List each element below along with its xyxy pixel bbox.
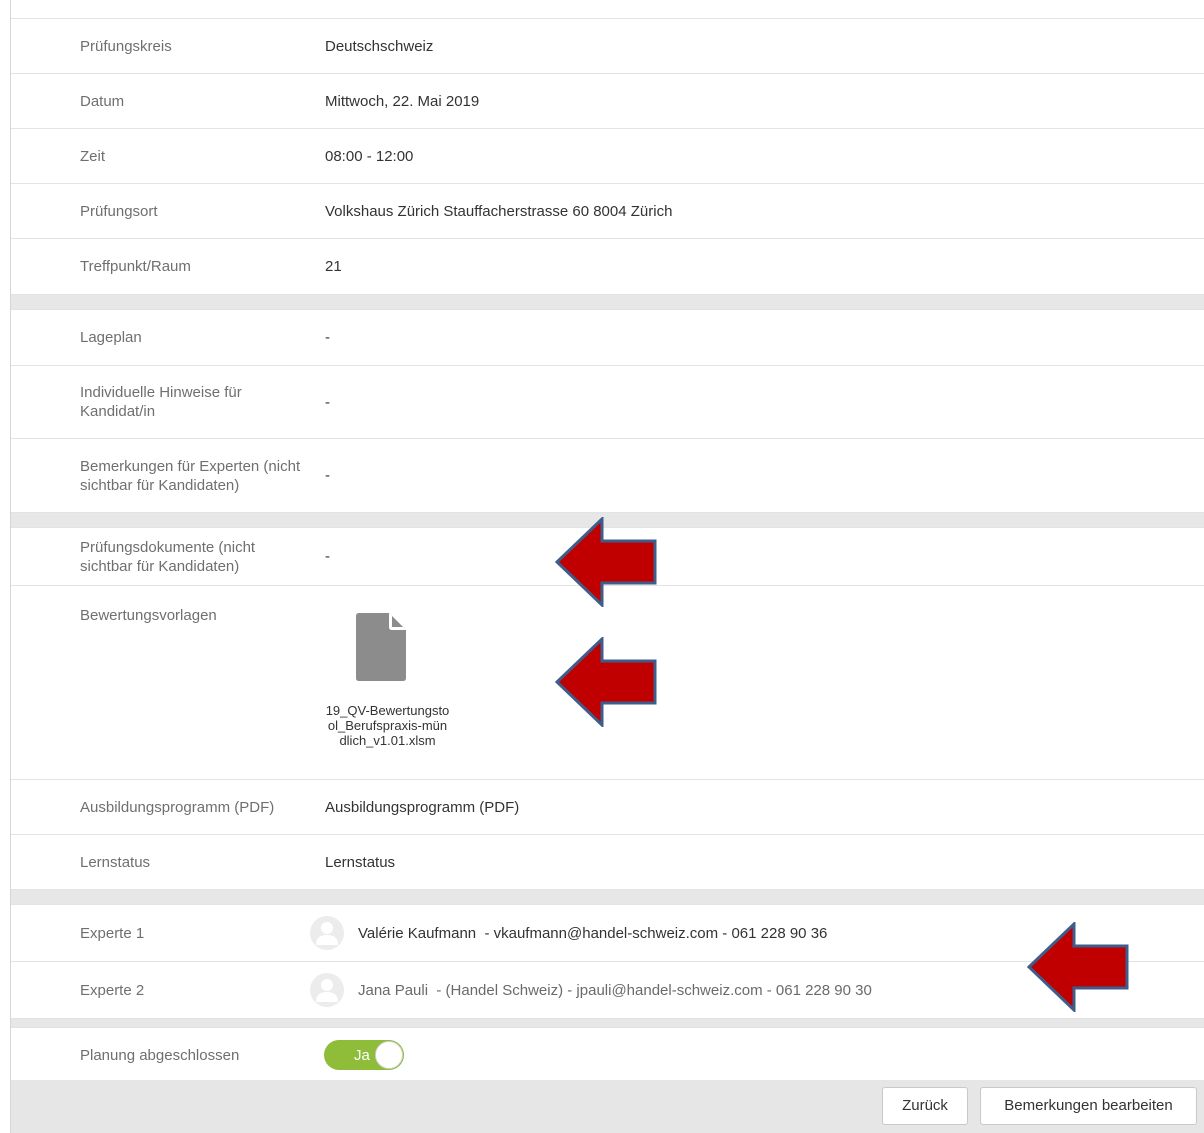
section-separator: [11, 1019, 1204, 1028]
annotation-arrow: [555, 637, 657, 727]
row-label: Experte 1: [80, 924, 145, 942]
row-value: -: [325, 393, 330, 411]
row-datum: Datum Mittwoch, 22. Mai 2019: [11, 74, 1204, 129]
row-value: -: [325, 329, 330, 346]
learning-status-link[interactable]: Lernstatus: [310, 853, 1204, 872]
training-program-link[interactable]: Ausbildungsprogramm (PDF): [310, 798, 1204, 817]
row-label: Bemerkungen für Experten (nicht sichtbar…: [80, 457, 301, 494]
row-value: 08:00 - 12:00: [325, 147, 414, 165]
row-label: Planung abgeschlossen: [80, 1046, 240, 1064]
row-zeit: Zeit 08:00 - 12:00: [11, 129, 1204, 184]
template-file-link[interactable]: 19_QV-Bewertungstool_Berufspraxis-mündli…: [325, 703, 450, 748]
planning-complete-toggle[interactable]: Ja: [324, 1040, 404, 1070]
row-label: Ausbildungsprogramm (PDF): [80, 798, 275, 816]
user-avatar-icon: [310, 916, 344, 950]
row-lageplan: Lageplan -: [11, 310, 1204, 366]
row-label: Lernstatus: [80, 853, 151, 871]
detail-view: Prüfungskreis Deutschschweiz Datum Mittw…: [0, 0, 1204, 1133]
row-value: Mittwoch, 22. Mai 2019: [325, 92, 480, 110]
row-label: Bewertungsvorlagen: [80, 607, 217, 624]
row-label: Lageplan: [80, 329, 142, 346]
planning-value: Ja: [310, 1040, 1204, 1070]
row-value: Volkshaus Zürich Stauffacherstrasse 60 8…: [325, 202, 673, 220]
row-value: Deutschschweiz: [325, 37, 434, 55]
row-label: Prüfungskreis: [80, 37, 172, 55]
row-hinweise: Individuelle Hinweise für Kandidat/in -: [11, 366, 1204, 439]
row-bemerkungen-experten: Bemerkungen für Experten (nicht sichtbar…: [11, 439, 1204, 513]
footer-bar: Zurück Bemerkungen bearbeiten: [11, 1080, 1204, 1133]
annotation-arrow: [555, 517, 657, 607]
row-pruefungskreis: Prüfungskreis Deutschschweiz: [11, 19, 1204, 74]
toggle-label: Ja: [354, 1047, 370, 1064]
user-avatar-icon: [310, 973, 344, 1007]
toggle-knob: [375, 1041, 403, 1069]
row-label: Prüfungsort: [80, 202, 158, 220]
expert-details: Jana Pauli - (Handel Schweiz) - jpauli@h…: [358, 981, 872, 999]
section-separator: [11, 890, 1204, 905]
row-ausbildungsprogramm: Ausbildungsprogramm (PDF) Ausbildungspro…: [11, 780, 1204, 835]
row-value: 21: [325, 258, 342, 275]
row-treffpunkt: Treffpunkt/Raum 21: [11, 239, 1204, 295]
file-icon[interactable]: [356, 613, 406, 686]
row-planung: Planung abgeschlossen Ja: [11, 1028, 1204, 1083]
row-label: Individuelle Hinweise für Kandidat/in: [80, 384, 242, 420]
row-experte-1: Experte 1 Valérie Kaufmann - vkaufmann@h…: [11, 905, 1204, 962]
annotation-arrow: [1027, 922, 1129, 1012]
back-button[interactable]: Zurück: [882, 1087, 968, 1125]
row-label: Datum: [80, 92, 125, 110]
section-separator: [11, 295, 1204, 310]
row-pruefungsort: Prüfungsort Volkshaus Zürich Stauffacher…: [11, 184, 1204, 239]
row-experte-2: Experte 2 Jana Pauli - (Handel Schweiz) …: [11, 962, 1204, 1019]
row-value: -: [325, 467, 330, 484]
row-label: Zeit: [80, 147, 106, 165]
row-lernstatus: Lernstatus Lernstatus: [11, 835, 1204, 890]
row-label: Treffpunkt/Raum: [80, 258, 191, 275]
row-label: Experte 2: [80, 981, 145, 999]
row-value: -: [325, 548, 330, 565]
edit-remarks-button[interactable]: Bemerkungen bearbeiten: [980, 1087, 1197, 1125]
expert-details: Valérie Kaufmann - vkaufmann@handel-schw…: [358, 924, 828, 942]
row-label: Prüfungsdokumente (nicht sichtbar für Ka…: [80, 538, 256, 575]
